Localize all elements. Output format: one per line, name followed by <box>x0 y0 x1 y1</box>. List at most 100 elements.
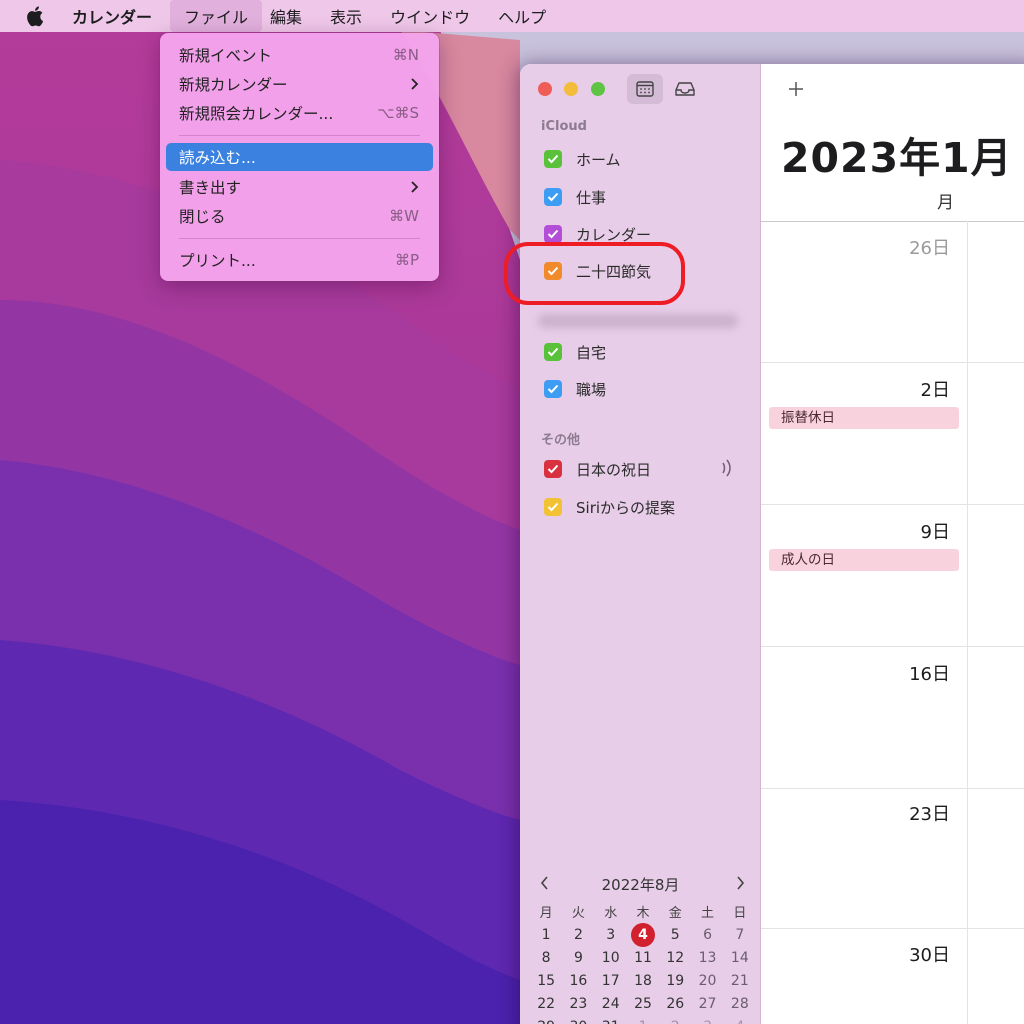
menu-item-export[interactable]: 書き出す <box>166 173 433 201</box>
mini-day[interactable]: 3 <box>595 927 627 943</box>
day-number: 23日 <box>909 804 950 825</box>
mini-day[interactable]: 27 <box>691 996 723 1012</box>
today-marker: 4 <box>630 922 655 947</box>
inbox-button[interactable] <box>667 74 703 104</box>
menu-item-new-event[interactable]: 新規イベント ⌘N <box>166 41 433 69</box>
checkbox-icon[interactable] <box>544 150 562 168</box>
day-cell[interactable]: 16日 <box>761 648 1024 789</box>
file-menu: 新規イベント ⌘N 新規カレンダー 新規照会カレンダー... ⌥⌘S 読み込む.… <box>160 33 439 281</box>
menu-file[interactable]: ファイル <box>170 0 263 32</box>
mini-weekday: 土 <box>701 906 715 921</box>
column-divider <box>967 221 968 1024</box>
month-title: 2023年1月 <box>781 134 1013 182</box>
mini-day[interactable]: 14 <box>724 950 756 966</box>
menu-item-new-calendar[interactable]: 新規カレンダー <box>166 70 433 98</box>
checkbox-icon[interactable] <box>544 343 562 361</box>
menu-item-close[interactable]: 閉じる ⌘W <box>166 202 433 230</box>
mini-day[interactable]: 28 <box>724 996 756 1012</box>
day-cell[interactable]: 30日 <box>761 929 1024 1024</box>
day-cell[interactable]: 23日 <box>761 788 1024 929</box>
mini-day[interactable]: 16 <box>562 973 594 989</box>
checkbox-icon[interactable] <box>544 460 562 478</box>
add-event-icon[interactable] <box>785 78 807 100</box>
event-chip[interactable]: 成人の日 <box>769 549 959 571</box>
mini-day[interactable]: 7 <box>724 927 756 943</box>
mini-day[interactable]: 30 <box>562 1019 594 1024</box>
checkbox-icon[interactable] <box>544 188 562 206</box>
mini-day[interactable]: 21 <box>724 973 756 989</box>
mini-week-row: 15 16 17 18 19 20 21 <box>530 969 756 992</box>
menu-view[interactable]: 表示 <box>316 0 376 32</box>
menu-item-print[interactable]: プリント... ⌘P <box>166 246 433 274</box>
calendar-grid-icon <box>636 81 654 97</box>
menu-edit[interactable]: 編集 <box>262 0 316 32</box>
mini-weekday: 木 <box>636 906 650 921</box>
calendar-item-work[interactable]: 仕事 <box>544 185 606 209</box>
mini-day[interactable]: 19 <box>659 973 691 989</box>
mini-day[interactable]: 1 <box>530 927 562 943</box>
highlight-annotation <box>504 242 685 305</box>
checkbox-icon[interactable] <box>544 225 562 243</box>
mini-day[interactable]: 15 <box>530 973 562 989</box>
mini-day[interactable]: 31 <box>595 1019 627 1024</box>
mini-day[interactable]: 17 <box>595 973 627 989</box>
mini-day[interactable]: 2 <box>562 927 594 943</box>
chevron-right-icon[interactable] <box>733 874 747 892</box>
mini-day[interactable]: 13 <box>691 950 723 966</box>
checkbox-icon[interactable] <box>544 498 562 516</box>
mini-day[interactable]: 9 <box>562 950 594 966</box>
mini-day[interactable]: 25 <box>627 996 659 1012</box>
mini-day[interactable]: 4 <box>724 1019 756 1024</box>
calendar-label: 仕事 <box>576 188 607 207</box>
calendar-item-siri-suggestions[interactable]: Siriからの提案 <box>544 495 675 519</box>
menu-separator <box>179 238 420 239</box>
mini-day[interactable]: 1 <box>627 1019 659 1024</box>
calendar-label: 日本の祝日 <box>576 460 652 479</box>
mini-day[interactable]: 8 <box>530 950 562 966</box>
mini-day[interactable]: 6 <box>691 927 723 943</box>
calendar-item-jitaku[interactable]: 自宅 <box>544 340 606 364</box>
zoom-button[interactable] <box>591 82 605 96</box>
menu-item-label: 書き出す <box>179 179 242 197</box>
mini-day[interactable]: 26 <box>659 996 691 1012</box>
mini-day[interactable]: 2 <box>659 1019 691 1024</box>
mini-day[interactable]: 22 <box>530 996 562 1012</box>
menu-item-shortcut: ⌘W <box>389 207 419 225</box>
mini-day[interactable]: 5 <box>659 927 691 943</box>
close-button[interactable] <box>538 82 552 96</box>
apple-icon[interactable] <box>26 4 48 28</box>
mini-day[interactable]: 24 <box>595 996 627 1012</box>
event-chip[interactable]: 振替休日 <box>769 407 959 429</box>
day-cell[interactable]: 2日 振替休日 <box>761 364 1024 505</box>
day-cell[interactable]: 9日 成人の日 <box>761 506 1024 647</box>
calendar-item-shokuba[interactable]: 職場 <box>544 377 606 401</box>
calendar-window: iCloud ホーム 仕事 カレンダー 二十四節気 自宅 職場 その他 日本の祝… <box>520 64 1024 1024</box>
mini-day[interactable]: 23 <box>562 996 594 1012</box>
day-cell[interactable]: 26日 <box>761 222 1024 363</box>
mini-calendar: 2022年8月 月 火 水 木 金 土 日 1 2 3 4 5 6 7 8 9 … <box>520 864 761 1024</box>
mini-day[interactable]: 29 <box>530 1019 562 1024</box>
menu-item-label: 読み込む... <box>179 149 256 167</box>
menu-item-import[interactable]: 読み込む... <box>166 143 433 171</box>
calendar-label: 自宅 <box>576 343 607 362</box>
mini-day[interactable]: 20 <box>691 973 723 989</box>
menu-separator <box>179 135 420 136</box>
menu-item-shortcut: ⌘N <box>392 46 419 64</box>
mini-day[interactable]: 3 <box>691 1019 723 1024</box>
calendar-list-button[interactable] <box>627 74 663 104</box>
checkbox-icon[interactable] <box>544 380 562 398</box>
mini-day[interactable]: 10 <box>595 950 627 966</box>
mini-weekday: 日 <box>733 906 747 921</box>
menu-item-new-subscription[interactable]: 新規照会カレンダー... ⌥⌘S <box>166 99 433 127</box>
calendar-item-home[interactable]: ホーム <box>544 147 621 171</box>
mini-day[interactable]: 12 <box>659 950 691 966</box>
minimize-button[interactable] <box>564 82 578 96</box>
day-number: 9日 <box>920 522 950 543</box>
mini-day[interactable]: 11 <box>627 950 659 966</box>
mini-day[interactable]: 18 <box>627 973 659 989</box>
calendar-item-japan-holidays[interactable]: 日本の祝日 <box>544 457 651 481</box>
menu-window[interactable]: ウインドウ <box>376 0 484 32</box>
menu-app-name[interactable]: カレンダー <box>70 0 166 32</box>
mini-day-today[interactable]: 4 <box>627 922 659 947</box>
menu-help[interactable]: ヘルプ <box>484 0 560 32</box>
